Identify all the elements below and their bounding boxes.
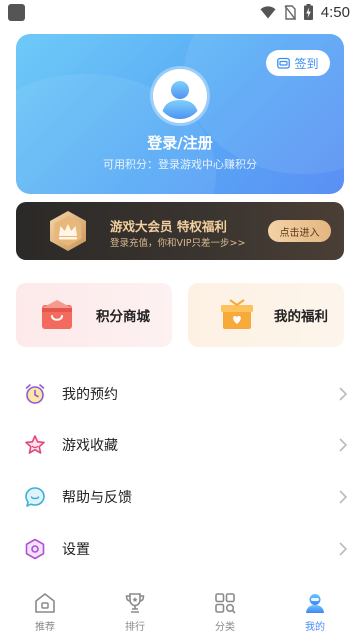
star-icon [25, 435, 45, 454]
menu-label-settings: 设置 [62, 542, 90, 558]
shopping-bag-icon [42, 300, 72, 329]
menu-item-help-feedback[interactable]: 帮助与反馈 [0, 472, 360, 522]
menu-item-favorites[interactable]: 游戏收藏 [0, 420, 360, 470]
profile-icon [306, 594, 324, 613]
nav-tab-recommend[interactable]: 推荐 [9, 591, 81, 633]
status-time: 4:50 [320, 3, 350, 21]
crown-badge-icon [50, 211, 86, 251]
vip-banner[interactable]: 游戏大会员 特权福利 登录充值，你和VIP只差一步>> 点击进入 [16, 202, 344, 260]
menu-item-reservations[interactable]: 我的预约 [0, 369, 360, 419]
trophy-icon [125, 593, 145, 613]
avatar[interactable] [153, 69, 207, 123]
vip-title: 游戏大会员 特权福利 [110, 219, 227, 234]
status-bar: 4:50 [0, 0, 360, 24]
points-text: 可用积分：登录游戏中心赚积分 [103, 158, 257, 171]
chevron-right-icon [339, 542, 348, 556]
nav-label-categories: 分类 [215, 622, 235, 633]
feedback-icon [25, 487, 45, 507]
nav-tab-mine[interactable]: 我的 [279, 591, 351, 633]
points-mall-card[interactable]: 积分商城 [16, 283, 172, 347]
checkin-label: 签到 [294, 56, 319, 71]
points-mall-label: 积分商城 [96, 309, 150, 325]
vip-subtitle: 登录充值，你和VIP只差一步>> [110, 238, 246, 249]
checkin-icon [277, 57, 291, 69]
chevron-right-icon [339, 387, 348, 401]
nav-label-ranking: 排行 [125, 622, 145, 633]
login-register-link[interactable]: 登录/注册 [16, 132, 344, 153]
my-welfare-card[interactable]: 我的福利 [188, 283, 344, 347]
nav-label-recommend: 推荐 [35, 622, 55, 633]
no-sim-icon [284, 4, 296, 20]
chevron-right-icon [339, 438, 348, 452]
menu-item-settings[interactable]: 设置 [0, 524, 360, 574]
checkin-button[interactable]: 签到 [266, 50, 330, 76]
notification-icon [8, 3, 25, 21]
gift-box-icon [221, 299, 253, 329]
my-welfare-label: 我的福利 [274, 309, 328, 325]
home-icon [35, 593, 55, 613]
nav-tab-categories[interactable]: 分类 [189, 591, 261, 633]
wifi-icon [260, 5, 276, 18]
settings-hexagon-icon [25, 538, 45, 560]
user-avatar-icon [157, 73, 203, 119]
nav-tab-ranking[interactable]: 排行 [99, 591, 171, 633]
vip-enter-button[interactable]: 点击进入 [268, 220, 331, 242]
menu-label-favorites: 游戏收藏 [62, 438, 118, 454]
menu-label-help-feedback: 帮助与反馈 [62, 490, 132, 506]
alarm-clock-icon [25, 384, 45, 404]
chevron-right-icon [339, 490, 348, 504]
battery-charging-icon [303, 4, 313, 20]
grid-icon [215, 593, 236, 614]
menu-label-reservations: 我的预约 [62, 387, 118, 403]
bottom-nav: 推荐 排行 分类 我的 [0, 584, 360, 640]
profile-card[interactable]: 签到 登录/注册 可用积分：登录游戏中心赚积分 [16, 34, 344, 194]
nav-label-mine: 我的 [305, 622, 325, 633]
